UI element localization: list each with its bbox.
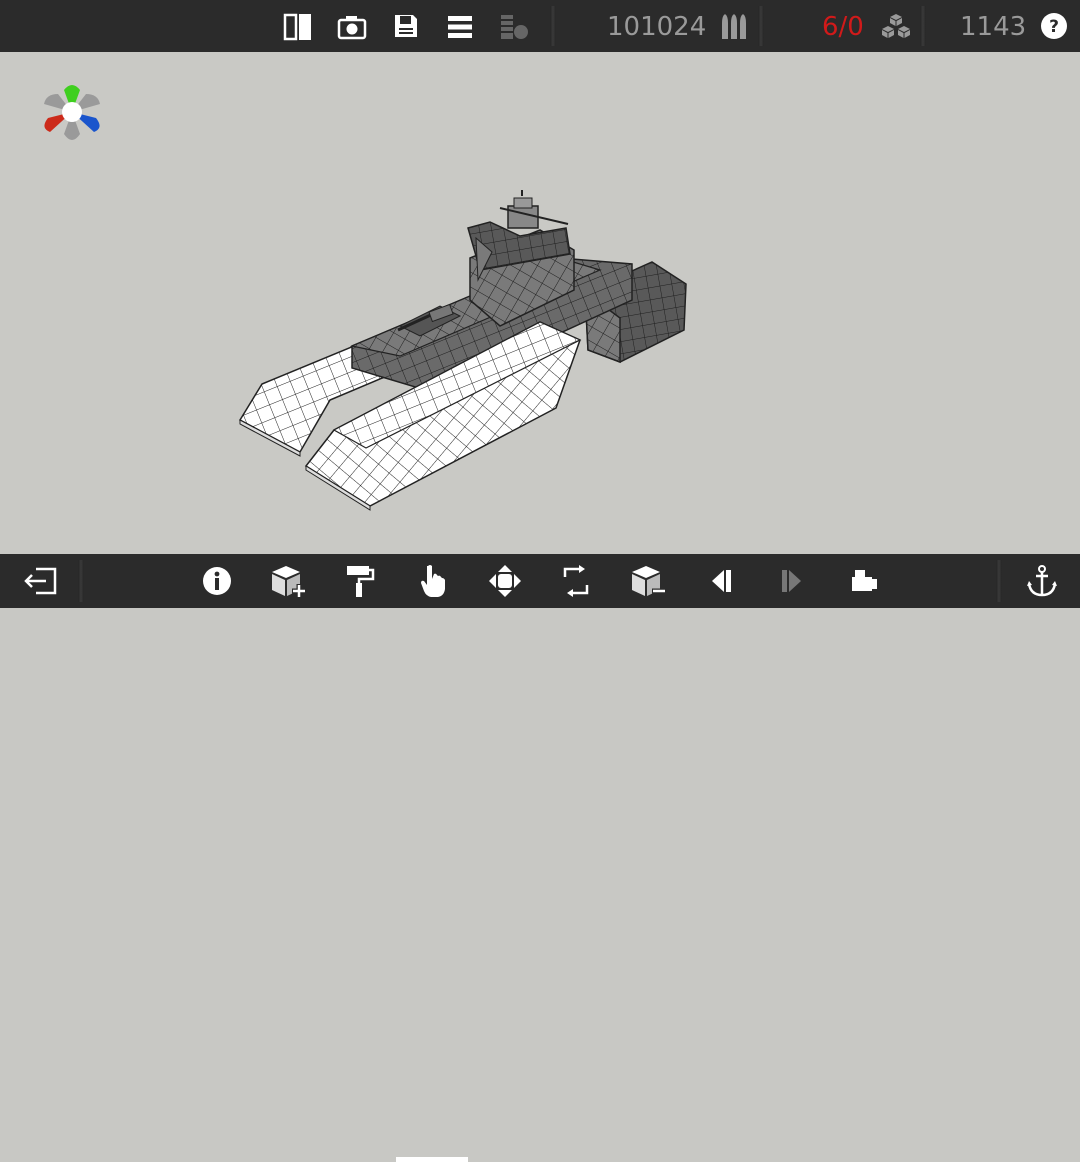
- vehicle-model[interactable]: [0, 52, 1080, 554]
- previous-icon[interactable]: [708, 568, 734, 594]
- remove-block-icon[interactable]: [630, 564, 668, 598]
- touch-select-icon[interactable]: [418, 562, 448, 598]
- save-icon[interactable]: [393, 13, 419, 39]
- split-view-icon[interactable]: [283, 13, 313, 41]
- anchor-icon[interactable]: [1027, 564, 1057, 598]
- move-icon[interactable]: [488, 564, 522, 598]
- top-toolbar: 101024 6/0 1143 ?: [0, 0, 1080, 52]
- rotate-icon[interactable]: [561, 565, 591, 597]
- paint-roller-icon[interactable]: [345, 564, 375, 598]
- exit-icon[interactable]: [24, 566, 58, 596]
- separator: [920, 6, 926, 46]
- active-tool-indicator: [396, 1157, 468, 1162]
- ammo-icon: [719, 13, 749, 41]
- separator: [758, 6, 764, 46]
- add-block-icon[interactable]: [270, 564, 308, 598]
- svg-text:?: ?: [1049, 17, 1059, 37]
- parts-ratio: 6/0: [822, 12, 864, 42]
- weight-icon: [499, 13, 531, 41]
- camera-icon[interactable]: [337, 14, 367, 40]
- cost-value: 101024: [607, 12, 707, 42]
- blocks-value: 1143: [960, 12, 1027, 42]
- menu-icon[interactable]: [447, 15, 473, 39]
- info-icon[interactable]: [202, 566, 232, 596]
- blocks-icon: [879, 13, 913, 41]
- bottom-toolbar: [0, 554, 1080, 1162]
- next-icon[interactable]: [779, 568, 805, 594]
- separator: [78, 560, 84, 602]
- spawn-icon[interactable]: [849, 567, 879, 595]
- help-icon[interactable]: ?: [1040, 12, 1068, 40]
- build-viewport[interactable]: [0, 52, 1080, 554]
- separator: [550, 6, 556, 46]
- separator: [996, 560, 1002, 602]
